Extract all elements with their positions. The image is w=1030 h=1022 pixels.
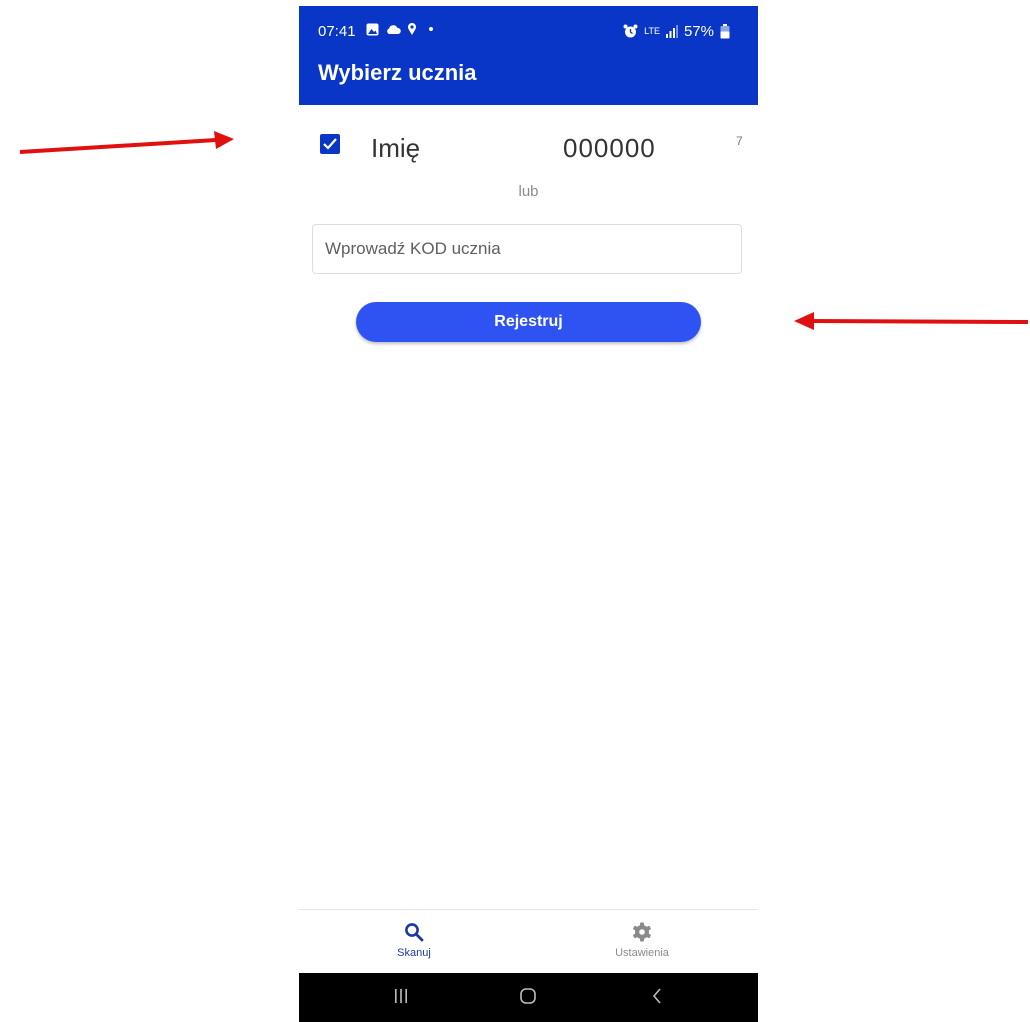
signal-icon [665, 25, 678, 38]
cloud-icon [387, 24, 401, 34]
home-icon[interactable] [519, 987, 537, 1005]
check-icon [323, 138, 337, 150]
annotation-arrow-right [794, 312, 1028, 330]
nav-item-label: Ustawienia [615, 947, 669, 959]
student-checkbox[interactable] [320, 134, 340, 154]
status-bar: 07:41 LTE 57% [299, 20, 758, 44]
network-type: LTE [644, 26, 660, 36]
alarm-icon [623, 24, 638, 38]
battery-percent: 57% [683, 23, 714, 40]
bottom-nav: Skanuj Ustawienia [299, 909, 758, 974]
image-icon [366, 23, 379, 35]
location-icon [408, 23, 416, 35]
nav-item-settings[interactable]: Ustawienia [582, 922, 702, 959]
phone-screen: 07:41 LTE 57% Wybierz ucznia Imię 000000… [299, 6, 758, 1022]
recent-apps-icon[interactable] [394, 987, 408, 1005]
student-name: Imię [371, 133, 421, 163]
nav-item-scan[interactable]: Skanuj [354, 922, 474, 959]
nav-item-label: Skanuj [397, 947, 431, 959]
system-nav-bar [299, 973, 758, 1022]
or-label: lub [518, 183, 539, 200]
status-time: 07:41 [318, 23, 356, 40]
register-button[interactable]: Rejestruj [356, 302, 701, 342]
gear-icon [633, 922, 651, 942]
app-bar: 07:41 LTE 57% Wybierz ucznia [299, 6, 758, 105]
annotation-arrow-left [19, 131, 234, 154]
page-title: Wybierz ucznia [318, 60, 477, 85]
student-code-input[interactable] [312, 224, 742, 274]
student-row-suffix: 7 [736, 134, 743, 148]
battery-icon [720, 24, 730, 39]
student-list-item[interactable] [299, 105, 758, 175]
search-icon [405, 923, 424, 942]
back-icon[interactable] [651, 987, 663, 1005]
student-code: 000000 [563, 133, 656, 163]
dot-icon [429, 27, 433, 31]
